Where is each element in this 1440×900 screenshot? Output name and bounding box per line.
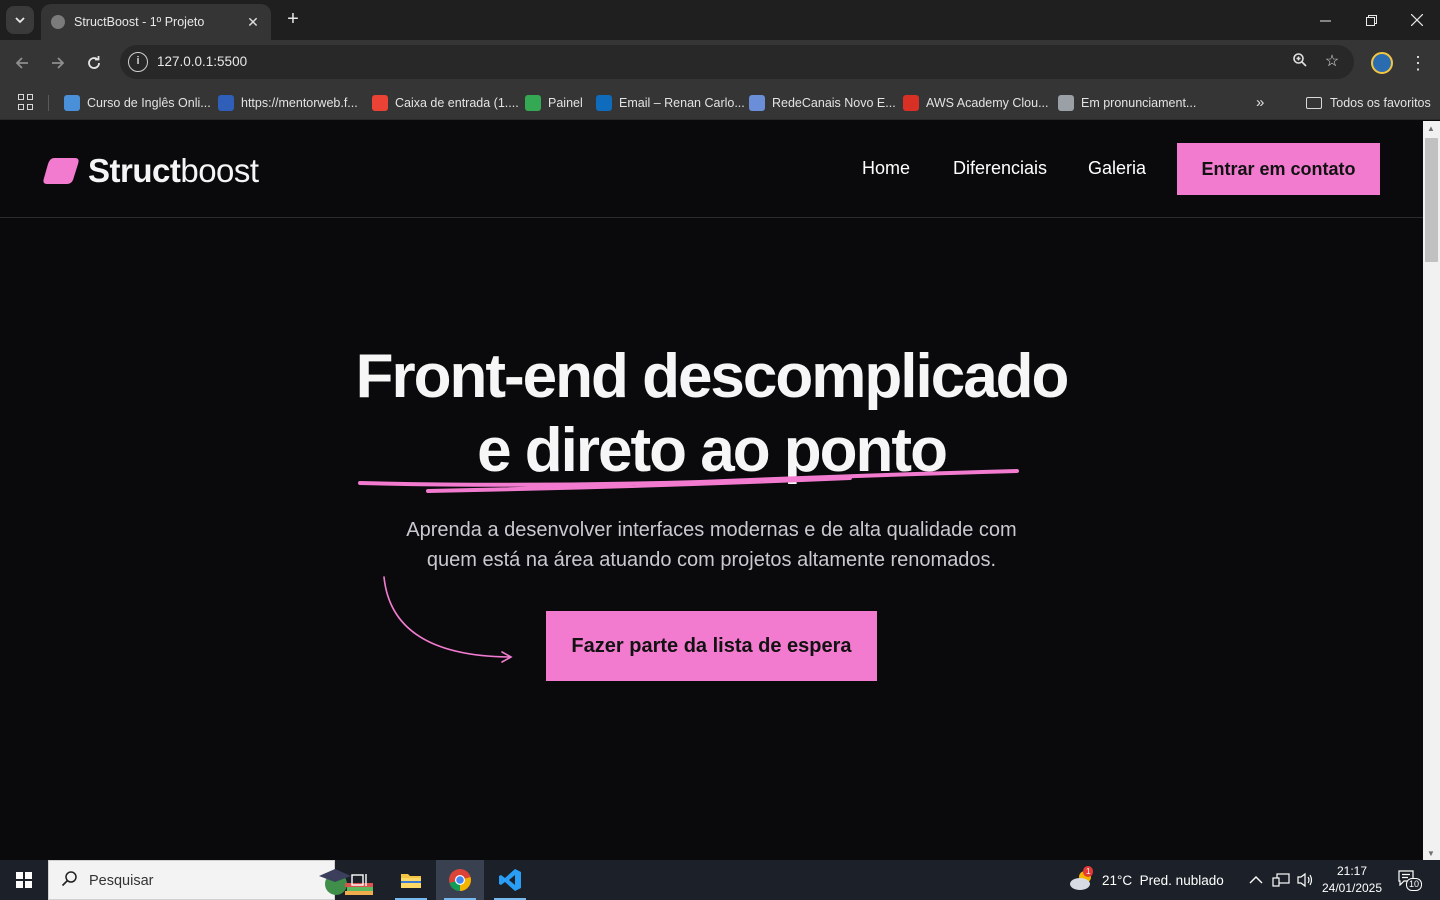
show-hidden-icons-button[interactable] <box>1249 860 1263 900</box>
system-clock[interactable]: 21:17 24/01/2025 <box>1318 863 1386 897</box>
outlook-icon <box>596 95 612 111</box>
reload-button[interactable] <box>80 49 108 77</box>
browser-tab-bar: StructBoost - 1º Projeto ✕ + <box>0 0 1440 40</box>
bookmark-label: Curso de Inglês Onli... <box>87 96 211 110</box>
url-text[interactable]: 127.0.0.1:5500 <box>157 54 247 69</box>
page-scrollbar[interactable]: ▲ ▼ <box>1423 121 1440 860</box>
bookmark-label: Painel <box>548 96 583 110</box>
more-bookmarks-icon[interactable]: » <box>1256 94 1264 111</box>
chevron-down-icon <box>15 17 25 24</box>
apps-grid-icon[interactable] <box>18 94 34 110</box>
aws-icon <box>903 95 919 111</box>
bookmark-label: RedeCanais Novo E... <box>772 96 896 110</box>
taskbar-search[interactable]: Pesquisar <box>48 860 373 900</box>
tab-search-button[interactable] <box>6 6 34 34</box>
gmail-icon <box>372 95 388 111</box>
close-window-button[interactable] <box>1394 0 1440 40</box>
scrollbar-thumb[interactable] <box>1425 138 1438 262</box>
browser-toolbar: i 127.0.0.1:5500 ☆ <box>0 40 1440 86</box>
windows-taskbar: Pesquisar 1 21°C Pred. nublado 21:17 24/… <box>0 860 1440 900</box>
volume-button[interactable] <box>1296 860 1314 900</box>
bookmark-item[interactable]: Em pronunciament... <box>1058 92 1196 114</box>
vscode-icon <box>499 869 521 891</box>
new-tab-button[interactable]: + <box>282 8 304 32</box>
bookmark-item[interactable]: Curso de Inglês Onli... <box>64 92 211 114</box>
folder-icon <box>1306 97 1322 109</box>
address-bar[interactable]: i 127.0.0.1:5500 ☆ <box>120 45 1354 79</box>
underline-scribble <box>358 469 1019 493</box>
clock-date: 24/01/2025 <box>1321 881 1383 895</box>
bookmark-item[interactable]: Caixa de entrada (1.... <box>372 92 519 114</box>
search-placeholder: Pesquisar <box>89 873 154 889</box>
tab-title: StructBoost - 1º Projeto <box>74 15 205 29</box>
network-button[interactable] <box>1272 860 1290 900</box>
folder-icon <box>401 874 421 888</box>
folder-label: Todos os favoritos <box>1330 96 1431 110</box>
minimize-icon <box>1319 20 1331 21</box>
arrow-right-icon <box>52 57 65 69</box>
browser-tab-active[interactable]: StructBoost - 1º Projeto ✕ <box>41 4 271 40</box>
bookmark-item[interactable]: AWS Academy Clou... <box>903 92 1049 114</box>
bookmark-label: Email – Renan Carlo... <box>619 96 745 110</box>
bookmark-favicon-icon <box>64 95 80 111</box>
bookmark-label: https://mentorweb.f... <box>241 96 358 110</box>
chevron-up-icon <box>1249 876 1263 884</box>
globe-icon <box>1058 95 1074 111</box>
bookmark-favicon-icon <box>218 95 234 111</box>
site-info-icon[interactable]: i <box>128 52 148 72</box>
chrome-icon <box>449 869 471 891</box>
bookmark-favicon-icon <box>525 95 541 111</box>
close-icon[interactable]: ✕ <box>245 14 261 31</box>
profile-avatar[interactable] <box>1371 52 1393 74</box>
weather-widget[interactable]: 1 21°C Pred. nublado <box>1068 860 1224 900</box>
hero-subtitle-line1: Aprenda a desenvolver interfaces moderna… <box>406 519 1017 541</box>
curved-arrow-icon <box>383 576 513 663</box>
clock-time: 21:17 <box>1336 864 1368 878</box>
taskbar-vscode[interactable] <box>486 860 534 900</box>
back-button[interactable] <box>8 49 36 77</box>
bookmark-item[interactable]: Painel <box>525 92 583 114</box>
bookmark-label: Em pronunciament... <box>1081 96 1197 110</box>
restore-icon <box>1365 14 1377 26</box>
windows-icon <box>16 872 32 888</box>
browser-menu-icon[interactable]: ⋮ <box>1408 50 1428 76</box>
restore-button[interactable] <box>1348 0 1394 40</box>
task-view-icon <box>351 874 367 886</box>
forward-button[interactable] <box>44 49 72 77</box>
scroll-down-icon[interactable]: ▼ <box>1427 849 1435 858</box>
bookmarks-bar: Curso de Inglês Onli... https://mentorwe… <box>0 86 1440 120</box>
taskbar-file-explorer[interactable] <box>387 860 435 900</box>
start-button[interactable] <box>0 860 48 900</box>
minimize-button[interactable] <box>1302 0 1348 40</box>
search-icon <box>61 870 78 892</box>
page-viewport: Structboost Home Diferenciais Galeria En… <box>0 121 1423 860</box>
close-icon <box>1411 14 1423 26</box>
bookmark-label: Caixa de entrada (1.... <box>395 96 519 110</box>
divider <box>48 95 49 111</box>
notification-count: 10 <box>1406 878 1423 891</box>
hero-decoration <box>358 469 1019 663</box>
bookmark-label: AWS Academy Clou... <box>926 96 1049 110</box>
scroll-up-icon[interactable]: ▲ <box>1427 124 1435 133</box>
bookmark-item[interactable]: Email – Renan Carlo... <box>596 92 745 114</box>
taskbar-chrome[interactable] <box>436 860 484 900</box>
globe-icon <box>51 15 65 29</box>
reload-icon <box>88 56 100 69</box>
bookmark-item[interactable]: RedeCanais Novo E... <box>749 92 896 114</box>
hero-subtitle-line2: quem está na área atuando com projetos a… <box>426 549 997 571</box>
star-icon[interactable]: ☆ <box>1322 52 1342 72</box>
weather-text: 21°C Pred. nublado <box>1102 872 1224 888</box>
all-bookmarks-folder[interactable]: Todos os favoritos <box>1306 92 1431 114</box>
bookmark-item[interactable]: https://mentorweb.f... <box>218 92 358 114</box>
bookmark-favicon-icon <box>749 95 765 111</box>
arrow-left-icon <box>15 57 28 69</box>
network-icon <box>1272 873 1290 887</box>
zoom-icon[interactable] <box>1290 52 1310 72</box>
task-view-button[interactable] <box>336 860 384 900</box>
waitlist-button[interactable]: Fazer parte da lista de espera <box>546 611 877 681</box>
volume-icon <box>1297 872 1313 888</box>
